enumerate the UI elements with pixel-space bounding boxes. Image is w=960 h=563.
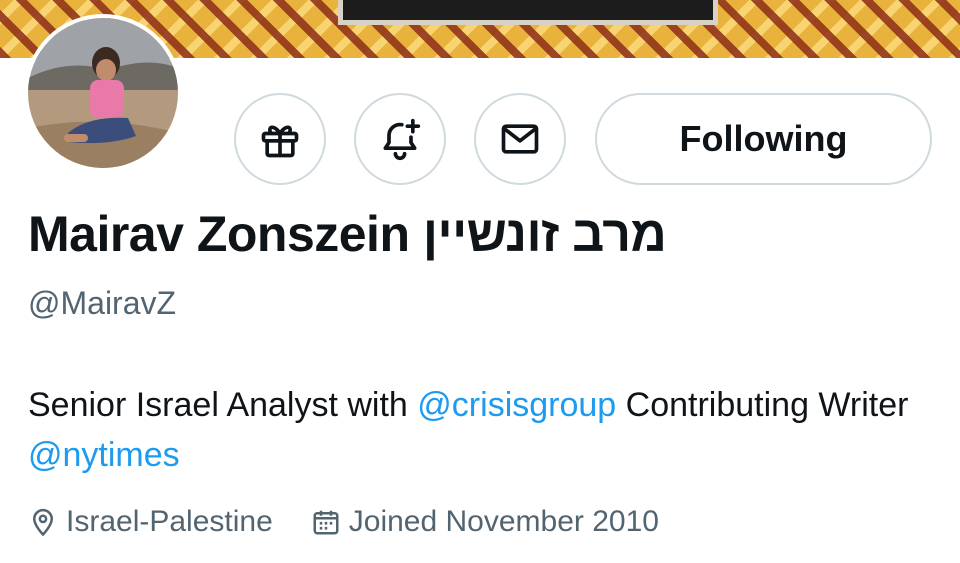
gift-button[interactable] <box>234 93 326 185</box>
joined-item: Joined November 2010 <box>311 505 659 539</box>
banner-window-decoration <box>338 0 718 25</box>
bell-plus-icon <box>383 118 421 161</box>
display-name: Mairav Zonszein מרב זונשיין <box>28 206 667 262</box>
envelope-icon <box>501 124 539 154</box>
bio-text-1: Senior Israel Analyst with <box>28 386 418 424</box>
map-pin-icon <box>32 508 54 537</box>
joined-date: Joined November 2010 <box>348 505 659 538</box>
avatar[interactable] <box>24 14 182 172</box>
bio-text-2: Contributing Writer <box>616 386 909 424</box>
profile-bio: Senior Israel Analyst with @crisisgroup … <box>28 380 928 480</box>
location-text: Israel-Palestine <box>66 505 273 538</box>
user-handle: @MairavZ <box>28 285 177 321</box>
following-button[interactable]: Following <box>595 93 932 185</box>
gift-icon <box>261 125 299 158</box>
avatar-photo <box>28 18 178 168</box>
mention-link-crisisgroup[interactable]: @crisisgroup <box>417 386 616 424</box>
calendar-icon <box>313 510 339 535</box>
mention-link-nytimes[interactable]: @nytimes <box>28 436 180 474</box>
location-item: Israel-Palestine <box>28 505 273 539</box>
profile-meta: Israel-Palestine Joined November 2010 <box>28 505 659 539</box>
message-button[interactable] <box>474 93 566 185</box>
notifications-button[interactable] <box>354 93 446 185</box>
